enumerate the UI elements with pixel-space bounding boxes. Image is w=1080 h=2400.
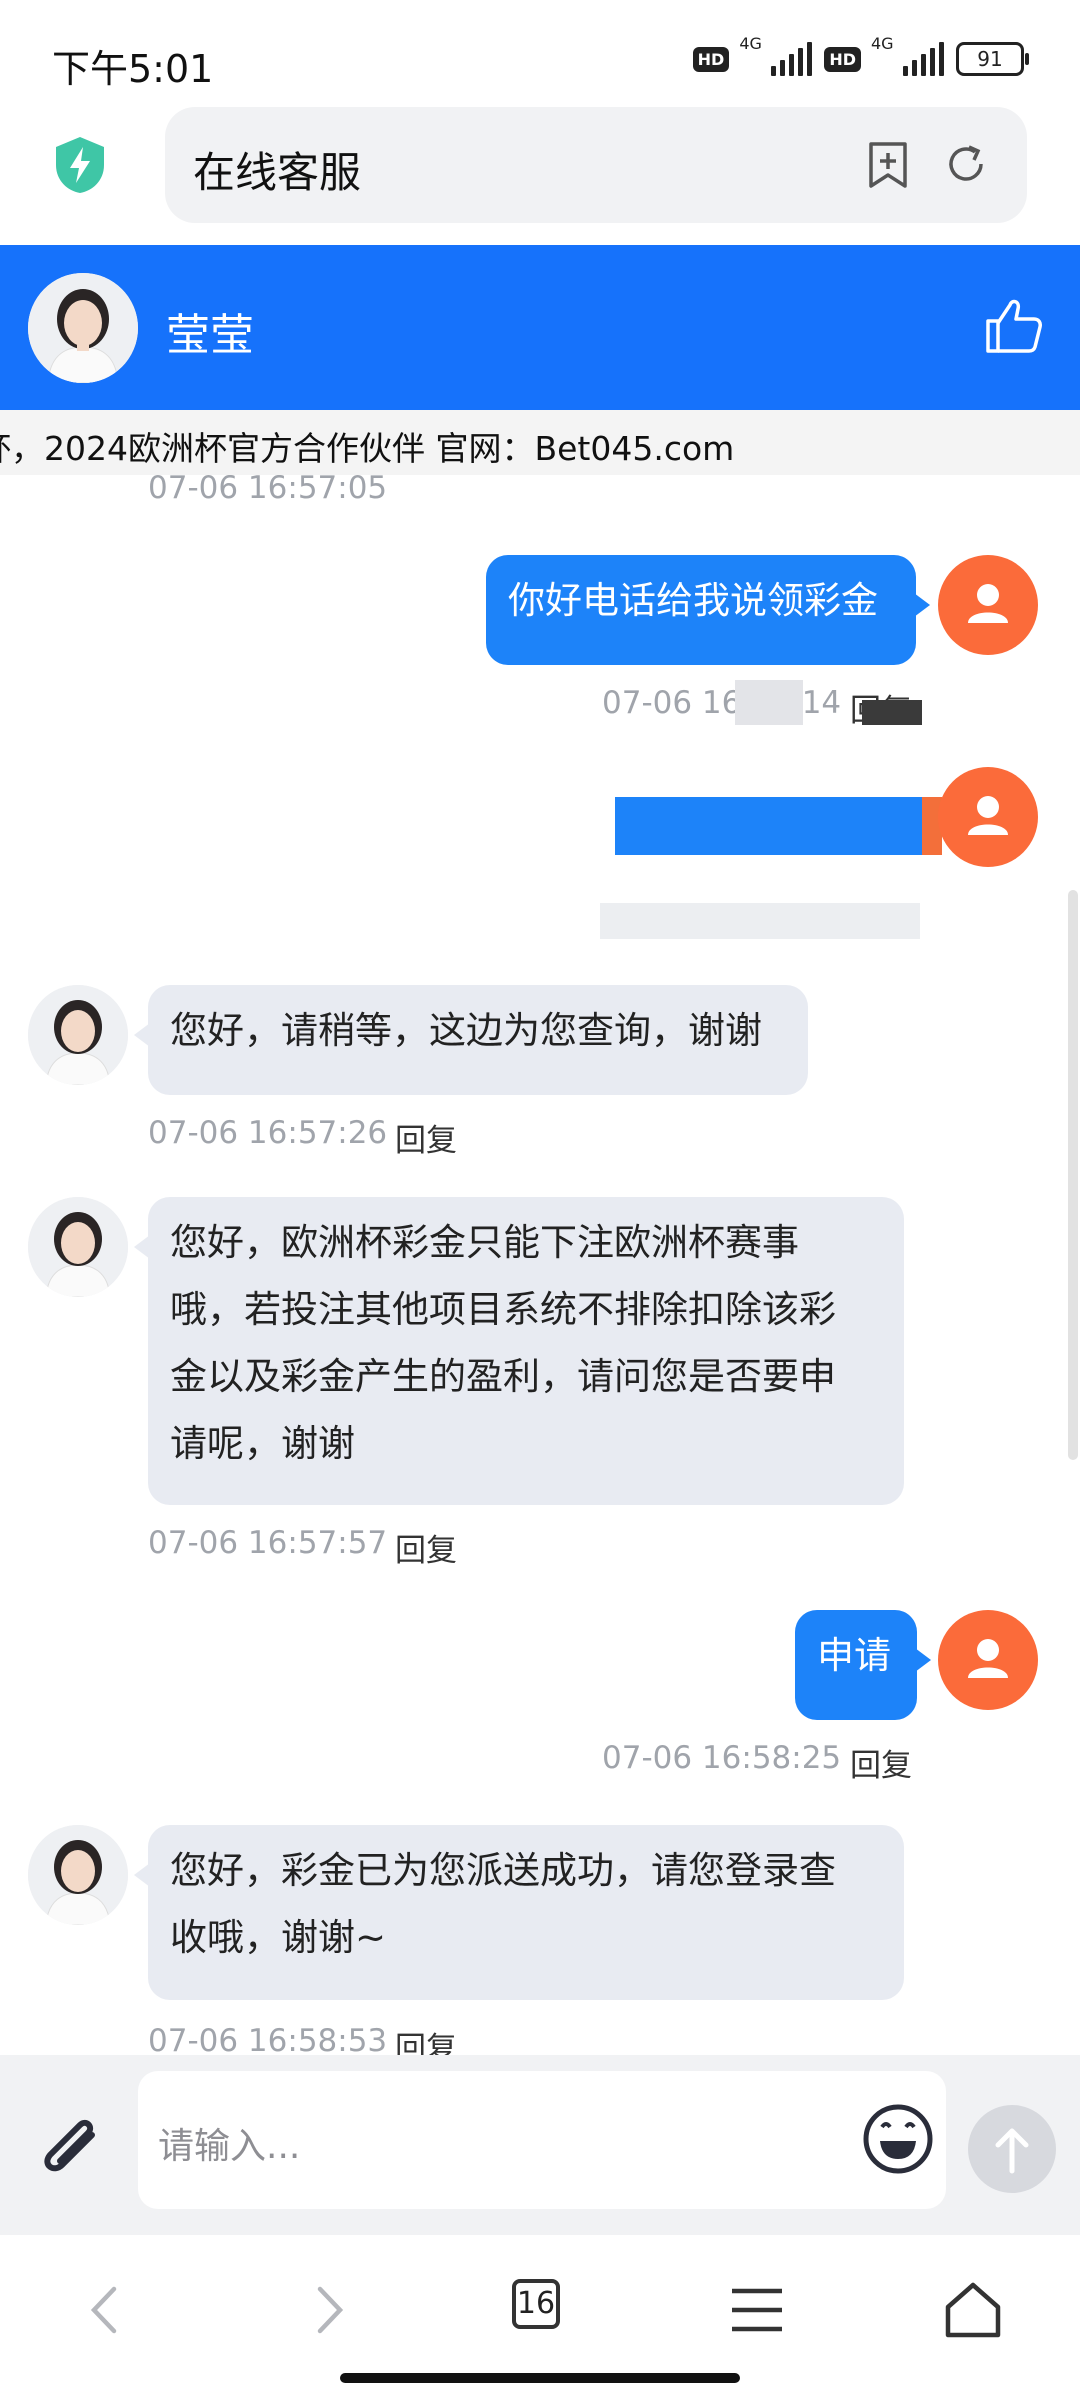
message-line: 哦，若投注其他项目系统不排除扣除该彩 bbox=[170, 1288, 836, 1331]
agent-avatar bbox=[28, 1197, 128, 1297]
chat-header: 莹莹 bbox=[0, 245, 1080, 410]
network-type: 4G bbox=[739, 34, 762, 53]
chat-message-list[interactable]: 07-06 16:57:05 你好电话给我说领彩金 07-06 16:57:14… bbox=[0, 475, 1080, 2055]
reload-icon[interactable] bbox=[943, 141, 989, 187]
hd-badge: HD bbox=[824, 46, 861, 72]
agent-avatar bbox=[28, 273, 138, 383]
browser-address-bar: 在线客服 bbox=[0, 105, 1080, 245]
user-message-bubble: 你好电话给我说领彩金 bbox=[486, 555, 930, 665]
message-input-bar: 请输入... bbox=[0, 2055, 1080, 2235]
status-bar: 下午5:01 HD 4G HD 4G 91 bbox=[0, 0, 1080, 105]
home-icon[interactable] bbox=[938, 2275, 1008, 2345]
message-line: 金以及彩金产生的盈利，请问您是否要申 bbox=[170, 1355, 836, 1398]
agent-name: 莹莹 bbox=[166, 310, 254, 361]
arrow-up-icon bbox=[995, 2128, 1029, 2174]
send-button[interactable] bbox=[968, 2105, 1056, 2193]
redaction bbox=[735, 680, 803, 725]
input-placeholder: 请输入... bbox=[158, 2126, 301, 2167]
agent-avatar bbox=[28, 985, 128, 1085]
agent-message-bubble: 您好，彩金已为您派送成功，请您登录查 收哦，谢谢~ bbox=[134, 1825, 904, 2000]
user-avatar bbox=[938, 767, 1038, 867]
tabs-button[interactable]: 16 bbox=[512, 2279, 560, 2329]
redacted-user-message bbox=[615, 797, 925, 855]
announcement-text: 杯，2024欧洲杯官方合作伙伴 官网：Bet045.com bbox=[0, 429, 735, 468]
add-bookmark-icon[interactable] bbox=[867, 141, 909, 189]
message-timestamp: 07-06 16:57:14 bbox=[602, 685, 842, 721]
page-title: 在线客服 bbox=[193, 148, 362, 197]
message-timestamp: 07-06 16:58:53 bbox=[148, 2023, 388, 2055]
message-text: 你好电话给我说领彩金 bbox=[508, 579, 878, 622]
message-line: 请呢，谢谢 bbox=[170, 1422, 355, 1465]
redacted-timestamp bbox=[600, 903, 920, 939]
shield-icon[interactable] bbox=[52, 135, 108, 195]
menu-icon[interactable] bbox=[722, 2275, 792, 2345]
message-timestamp: 07-06 16:58:25 bbox=[602, 1740, 842, 1776]
gesture-bar[interactable] bbox=[340, 2373, 740, 2383]
message-text: 您好，请稍等，这边为您查询，谢谢 bbox=[170, 1009, 762, 1052]
status-time: 下午5:01 bbox=[52, 47, 214, 91]
reply-link[interactable]: 回复 bbox=[395, 1525, 457, 1570]
reply-link[interactable]: 回复 bbox=[395, 1115, 457, 1160]
redaction bbox=[862, 700, 922, 725]
hd-badge: HD bbox=[692, 46, 730, 72]
forward-icon[interactable] bbox=[292, 2275, 362, 2345]
message-timestamp: 07-06 16:57:05 bbox=[148, 475, 388, 506]
user-avatar bbox=[938, 555, 1038, 655]
battery-icon: 91 bbox=[956, 42, 1029, 76]
user-avatar bbox=[938, 1610, 1038, 1710]
back-icon[interactable] bbox=[72, 2275, 142, 2345]
reply-link[interactable]: 回复 bbox=[395, 2023, 457, 2055]
agent-message-bubble: 您好，欧洲杯彩金只能下注欧洲杯赛事 哦，若投注其他项目系统不排除扣除该彩 金以及… bbox=[134, 1197, 904, 1505]
announcement-marquee: 杯，2024欧洲杯官方合作伙伴 官网：Bet045.com bbox=[0, 410, 1080, 475]
message-line: 您好，彩金已为您派送成功，请您登录查 bbox=[170, 1849, 836, 1892]
agent-message-bubble: 您好，请稍等，这边为您查询，谢谢 bbox=[134, 985, 808, 1095]
signal-icon: 4G bbox=[871, 34, 944, 76]
message-timestamp: 07-06 16:57:57 bbox=[148, 1525, 388, 1561]
paperclip-icon[interactable] bbox=[30, 2105, 110, 2185]
scrollbar[interactable] bbox=[1068, 890, 1078, 1460]
signal-icon: 4G bbox=[739, 34, 813, 76]
reply-link[interactable]: 回复 bbox=[850, 1740, 912, 1785]
browser-navigation-bar: 16 bbox=[0, 2235, 1080, 2400]
message-line: 收哦，谢谢~ bbox=[170, 1916, 387, 1959]
url-field[interactable]: 在线客服 bbox=[165, 107, 1027, 223]
thumbs-up-icon[interactable] bbox=[984, 295, 1044, 355]
user-message-bubble: 申请 bbox=[795, 1610, 931, 1720]
message-text: 申请 bbox=[817, 1634, 891, 1677]
emoji-icon[interactable] bbox=[858, 2099, 938, 2179]
message-line: 您好，欧洲杯彩金只能下注欧洲杯赛事 bbox=[170, 1221, 799, 1264]
agent-avatar bbox=[28, 1825, 128, 1925]
status-icons: HD 4G HD 4G 91 bbox=[692, 34, 1029, 76]
message-input[interactable]: 请输入... bbox=[138, 2071, 946, 2209]
network-type: 4G bbox=[871, 34, 894, 53]
message-timestamp: 07-06 16:57:26 bbox=[148, 1115, 388, 1151]
